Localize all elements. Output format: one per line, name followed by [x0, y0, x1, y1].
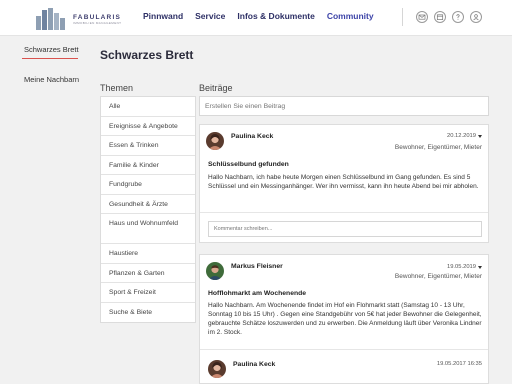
subnav-meine-nachbarn[interactable]: Meine Nachbarn — [24, 75, 79, 84]
theme-item-suche-biete[interactable]: Suche & Biete — [101, 303, 195, 323]
nav-pinnwand[interactable]: Pinnwand — [143, 11, 183, 21]
post-body: Hallo Nachbarn, ich habe heute Morgen ei… — [208, 174, 479, 190]
post-card: Paulina Keck 20.12.2019 Bewohner, Eigent… — [199, 124, 489, 243]
reply-date: 19.05.2017 16:35 — [436, 361, 482, 367]
community-subnav: Schwarzes Brett Meine Nachbarn — [0, 36, 92, 384]
post-title: Hofflohmarkt am Wochenende — [208, 290, 307, 297]
post-title: Schlüsselbund gefunden — [208, 161, 289, 168]
subnav-schwarzes-brett[interactable]: Schwarzes Brett — [24, 45, 79, 54]
top-header: FABULARIS IMMOBILIEN MANAGEMENT Pinnwand… — [0, 0, 512, 36]
post-date-wrap: 19.05.2019 — [447, 264, 482, 270]
logo-tagline: IMMOBILIEN MANAGEMENT — [73, 20, 122, 25]
post-date-wrap: 20.12.2019 — [447, 133, 482, 139]
theme-item-essen-trinken[interactable]: Essen & Trinken — [101, 136, 195, 156]
chevron-down-icon[interactable] — [478, 265, 482, 269]
theme-item-fundgrube[interactable]: Fundgrube — [101, 175, 195, 195]
header-actions — [416, 11, 482, 23]
chevron-down-icon[interactable] — [478, 134, 482, 138]
avatar[interactable] — [206, 132, 224, 150]
fabularis-logo[interactable]: FABULARIS IMMOBILIEN MANAGEMENT — [36, 8, 121, 30]
posts-heading: Beiträge — [199, 83, 233, 93]
post-card: Markus Fleisner 19.05.2019 Bewohner, Eig… — [199, 254, 489, 384]
theme-item-pflanzen-garten[interactable]: Pflanzen & Garten — [101, 264, 195, 283]
nav-infos-dokumente[interactable]: Infos & Dokumente — [237, 11, 314, 21]
theme-item-sport-freizeit[interactable]: Sport & Freizeit — [101, 283, 195, 303]
post-author[interactable]: Paulina Keck — [231, 133, 273, 140]
comment-input[interactable] — [208, 221, 482, 237]
page-title: Schwarzes Brett — [100, 48, 194, 62]
post-roles: Bewohner, Eigentümer, Mieter — [394, 273, 482, 280]
nav-service[interactable]: Service — [195, 11, 225, 21]
theme-item-haus-wohnumfeld[interactable]: Haus und Wohnumfeld — [101, 214, 195, 244]
theme-item-familie-kinder[interactable]: Familie & Kinder — [101, 156, 195, 175]
theme-item-haustiere[interactable]: Haustiere — [101, 244, 195, 264]
logo-name: FABULARIS — [73, 13, 121, 21]
themes-list: Alle Ereignisse & Angebote Essen & Trink… — [100, 96, 196, 323]
post-body: Hallo Nachbarn. Am Wochenende findet im … — [208, 302, 482, 336]
post-date: 20.12.2019 — [446, 133, 476, 139]
calendar-icon[interactable] — [434, 11, 446, 23]
divider — [200, 212, 488, 213]
help-icon[interactable] — [452, 11, 464, 23]
main-nav: Pinnwand Service Infos & Dokumente Commu… — [143, 11, 374, 21]
post-date: 19.05.2019 — [446, 264, 476, 270]
header-divider — [402, 8, 403, 26]
divider — [200, 349, 488, 350]
create-post-input[interactable] — [199, 96, 489, 116]
theme-item-gesundheit-aerzte[interactable]: Gesundheit & Ärzte — [101, 195, 195, 214]
nav-community[interactable]: Community — [327, 11, 374, 21]
avatar[interactable] — [206, 262, 224, 280]
post-author[interactable]: Markus Fleisner — [231, 263, 283, 270]
theme-item-ereignisse-angebote[interactable]: Ereignisse & Angebote — [101, 117, 195, 136]
post-roles: Bewohner, Eigentümer, Mieter — [394, 144, 482, 151]
theme-item-alle[interactable]: Alle — [101, 97, 195, 117]
avatar[interactable] — [208, 360, 226, 378]
active-indicator — [22, 58, 78, 59]
logo-buildings-icon — [36, 8, 70, 30]
mail-icon[interactable] — [416, 11, 428, 23]
reply-author[interactable]: Paulina Keck — [233, 361, 275, 368]
themes-heading: Themen — [100, 83, 134, 93]
user-icon[interactable] — [470, 11, 482, 23]
